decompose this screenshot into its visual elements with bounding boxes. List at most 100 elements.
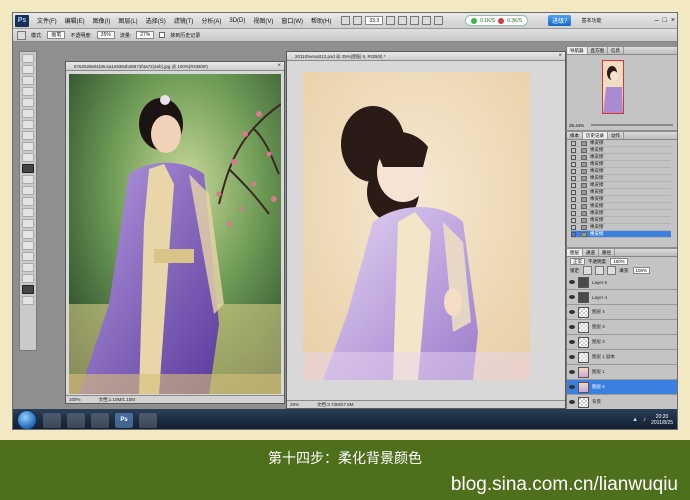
erase-to-history-checkbox[interactable] bbox=[159, 32, 166, 38]
menu-filter[interactable]: 滤镜(T) bbox=[170, 16, 198, 25]
lock-pixels-icon[interactable] bbox=[595, 266, 605, 275]
painting-canvas[interactable] bbox=[303, 72, 530, 380]
layer-row[interactable]: 图层 5 bbox=[567, 380, 677, 395]
history-brush-source-icon[interactable] bbox=[571, 147, 576, 153]
visibility-eye-icon[interactable] bbox=[569, 400, 575, 404]
visibility-eye-icon[interactable] bbox=[569, 325, 575, 329]
visibility-eye-icon[interactable] bbox=[569, 370, 575, 374]
history-state[interactable]: 橡皮擦 bbox=[571, 210, 671, 217]
tab-samples[interactable]: 样本 bbox=[567, 132, 583, 139]
system-clock[interactable]: 20:20 2011/8/25 bbox=[651, 414, 673, 426]
tab-channels[interactable]: 通道 bbox=[583, 249, 599, 256]
layer-row[interactable]: 图层 2 bbox=[567, 335, 677, 350]
history-state[interactable]: 橡皮擦 bbox=[571, 154, 671, 161]
dodge-tool-icon[interactable] bbox=[22, 197, 34, 206]
marquee-tool-icon[interactable] bbox=[22, 65, 34, 74]
taskbar-app-media[interactable] bbox=[67, 412, 85, 428]
quick-mask-icon[interactable] bbox=[22, 296, 34, 305]
navigator-zoom[interactable]: 25.44% bbox=[569, 123, 584, 128]
history-brush-source-icon[interactable] bbox=[571, 182, 576, 188]
history-brush-source-icon[interactable] bbox=[571, 140, 576, 146]
layer-row[interactable]: 图层 1 bbox=[567, 365, 677, 380]
blur-tool-icon[interactable] bbox=[22, 186, 34, 195]
history-state[interactable]: 橡皮擦 bbox=[571, 189, 671, 196]
history-brush-source-icon[interactable] bbox=[571, 224, 576, 230]
tab-histogram[interactable]: 直方图 bbox=[588, 47, 608, 54]
history-state[interactable]: 橡皮擦 bbox=[571, 175, 671, 182]
hand-tool-icon[interactable] bbox=[386, 16, 396, 25]
close-document-icon[interactable]: × bbox=[558, 52, 562, 60]
history-brush-source-icon[interactable] bbox=[571, 175, 576, 181]
eyedropper-tool-icon[interactable] bbox=[22, 109, 34, 118]
visibility-eye-icon[interactable] bbox=[569, 280, 575, 284]
visibility-eye-icon[interactable] bbox=[569, 355, 575, 359]
quick-select-tool-icon[interactable] bbox=[22, 87, 34, 96]
menu-image[interactable]: 图像(I) bbox=[89, 16, 115, 25]
document-zoom[interactable]: 25% bbox=[290, 401, 299, 408]
layer-opacity-input[interactable]: 100% bbox=[610, 258, 628, 265]
3d-rotate-tool-icon[interactable] bbox=[22, 252, 34, 261]
layer-row[interactable]: 图层 4 bbox=[567, 305, 677, 320]
menu-window[interactable]: 窗口(W) bbox=[277, 16, 307, 25]
minimize-icon[interactable]: – bbox=[655, 17, 659, 24]
gradient-tool-icon[interactable] bbox=[22, 175, 34, 184]
history-state[interactable]: 橡皮擦 bbox=[571, 217, 671, 224]
taskbar-app-qq[interactable] bbox=[139, 412, 157, 428]
layer-row[interactable]: Layer 4 bbox=[567, 290, 677, 305]
win7-upgrade-button[interactable]: 进级7 bbox=[548, 15, 572, 26]
layer-row[interactable]: 图层 3 bbox=[567, 320, 677, 335]
lock-transparency-icon[interactable] bbox=[583, 266, 593, 275]
tab-layers[interactable]: 图层 bbox=[567, 249, 583, 256]
clone-stamp-tool-icon[interactable] bbox=[22, 142, 34, 151]
history-brush-source-icon[interactable] bbox=[571, 154, 576, 160]
menu-3d[interactable]: 3D(D) bbox=[225, 18, 249, 24]
history-state[interactable]: 橡皮擦 bbox=[571, 140, 671, 147]
history-state[interactable]: 橡皮擦 bbox=[571, 161, 671, 168]
history-brush-source-icon[interactable] bbox=[571, 203, 576, 209]
history-state[interactable]: 橡皮擦 bbox=[571, 231, 671, 238]
photo-canvas[interactable] bbox=[69, 74, 281, 394]
document-window-photo[interactable]: 5762528e91b9c4a1e9394b48573f4a72(4eb).jp… bbox=[65, 61, 285, 404]
bridge-icon[interactable] bbox=[341, 16, 351, 25]
guides-icon[interactable] bbox=[353, 16, 363, 25]
workspace-switcher[interactable]: 基本功能 bbox=[581, 17, 601, 24]
layer-row[interactable]: 背景 bbox=[567, 395, 677, 410]
volume-icon[interactable]: ♪ bbox=[643, 417, 646, 423]
arrange-documents-icon[interactable] bbox=[422, 16, 432, 25]
brush-tool-icon[interactable] bbox=[22, 131, 34, 140]
visibility-eye-icon[interactable] bbox=[569, 340, 575, 344]
tab-navigator[interactable]: 导航器 bbox=[567, 47, 588, 54]
menu-select[interactable]: 选择(S) bbox=[142, 16, 170, 25]
foreground-color-icon[interactable] bbox=[22, 285, 34, 294]
shape-tool-icon[interactable] bbox=[22, 241, 34, 250]
start-button[interactable] bbox=[17, 410, 37, 429]
tab-history[interactable]: 历史记录 bbox=[583, 132, 608, 139]
menu-edit[interactable]: 编辑(E) bbox=[61, 16, 89, 25]
opacity-input[interactable]: 35% bbox=[96, 31, 115, 39]
healing-brush-tool-icon[interactable] bbox=[22, 120, 34, 129]
visibility-eye-icon[interactable] bbox=[569, 295, 575, 299]
document-window-painting[interactable]: 20110%ena012.psd @ 25%(图层 5, RGB/8) * × bbox=[286, 51, 566, 409]
mode-select[interactable]: 画笔 bbox=[47, 31, 66, 39]
taskbar-app-explorer[interactable] bbox=[43, 412, 61, 428]
path-select-tool-icon[interactable] bbox=[22, 230, 34, 239]
visibility-eye-icon[interactable] bbox=[569, 310, 575, 314]
history-state[interactable]: 橡皮擦 bbox=[571, 147, 671, 154]
history-state[interactable]: 橡皮擦 bbox=[571, 168, 671, 175]
flow-input[interactable]: 27% bbox=[136, 31, 155, 39]
tab-paths[interactable]: 路径 bbox=[599, 249, 615, 256]
layer-row[interactable]: 图层 1 副本 bbox=[567, 350, 677, 365]
screen-mode-icon[interactable] bbox=[434, 16, 444, 25]
history-state[interactable]: 橡皮擦 bbox=[571, 196, 671, 203]
document-tab-photo[interactable]: 5762528e91b9c4a1e9394b48573f4a72(4eb).jp… bbox=[66, 62, 284, 71]
zoom-tool-icon[interactable] bbox=[398, 16, 408, 25]
eraser-tool-icon-active[interactable] bbox=[22, 164, 34, 173]
lock-all-icon[interactable] bbox=[607, 266, 617, 275]
document-tab-painting[interactable]: 20110%ena012.psd @ 25%(图层 5, RGB/8) * × bbox=[287, 52, 565, 61]
zoom-level-field[interactable]: 33.3 bbox=[365, 16, 384, 25]
history-state[interactable]: 橡皮擦 bbox=[571, 182, 671, 189]
tab-actions[interactable]: 动作 bbox=[608, 132, 624, 139]
menu-file[interactable]: 文件(F) bbox=[33, 16, 61, 25]
navigator-zoom-slider[interactable] bbox=[591, 124, 673, 126]
type-tool-icon[interactable] bbox=[22, 219, 34, 228]
